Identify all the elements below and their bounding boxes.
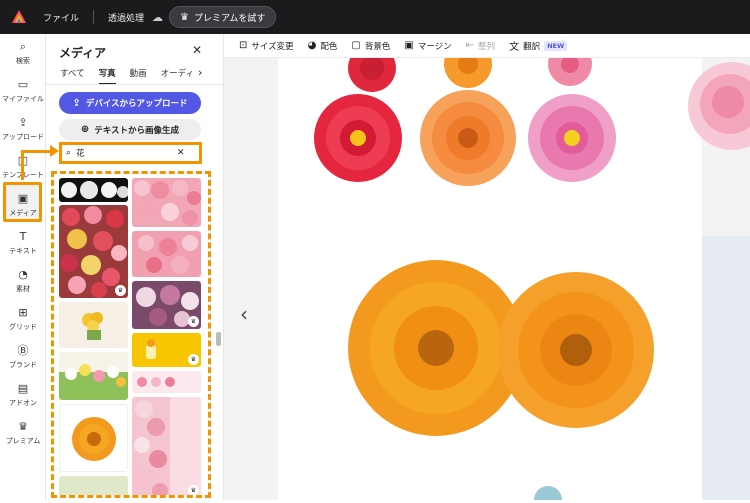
translate-button[interactable]: 文 翻訳 NEW: [509, 38, 568, 53]
photo-thumbnail[interactable]: [132, 178, 201, 227]
red-dahlia-image: [314, 94, 402, 182]
photo-thumbnail[interactable]: ♛: [59, 205, 128, 298]
flower-image: [548, 42, 592, 86]
rail-item-search[interactable]: ⌕ 検索: [0, 40, 46, 66]
photo-thumbnail[interactable]: [59, 178, 128, 202]
premium-badge-icon: ♛: [115, 285, 126, 296]
try-premium-button[interactable]: ♛ プレミアムを試す: [169, 6, 277, 28]
annotation-arrow: [21, 152, 24, 180]
premium-badge-icon: ♛: [188, 354, 199, 365]
addon-icon: ▤: [17, 382, 29, 395]
side-panel: [702, 236, 750, 500]
new-badge: NEW: [544, 40, 568, 51]
background-color-button[interactable]: ▢ 背景色: [351, 40, 390, 52]
margin-icon: ▣: [404, 40, 414, 51]
align-icon: ⇤: [465, 40, 475, 51]
photo-thumbnail[interactable]: ♛: [132, 281, 201, 329]
photo-thumbnail[interactable]: [59, 404, 128, 472]
panel-title: メディア: [59, 46, 107, 60]
photo-thumbnail[interactable]: [59, 352, 128, 400]
cloud-save-icon[interactable]: ☁: [152, 11, 163, 24]
design-page[interactable]: [278, 40, 702, 503]
orange-gerbera-image: [420, 90, 516, 186]
margin-button[interactable]: ▣ マージン: [404, 40, 451, 52]
divider: [93, 10, 95, 24]
tab-photos[interactable]: 写真: [98, 67, 116, 85]
resize-button[interactable]: ⊡ サイズ変更: [239, 40, 294, 52]
resize-icon: ⊡: [239, 40, 248, 51]
tab-audio[interactable]: オーディ: [161, 67, 194, 85]
rail-item-upload[interactable]: ⇪ アップロード: [0, 116, 46, 142]
upload-icon: ⇪: [18, 116, 28, 129]
search-icon: ⌕: [19, 40, 27, 53]
close-icon[interactable]: ✕: [192, 43, 202, 57]
rail-item-premium[interactable]: ♛ プレミアム: [0, 420, 46, 446]
brand-icon: Ⓑ: [17, 344, 29, 357]
photo-thumbnail[interactable]: [132, 231, 201, 277]
left-rail: ⌕ 検索 ▭ マイファイル ⇪ アップロード ◫ テンプレート ▣ メディア T…: [0, 34, 46, 500]
photo-thumbnail[interactable]: [132, 371, 201, 393]
flower-image: [348, 44, 396, 92]
rail-item-brand[interactable]: Ⓑ ブランド: [0, 344, 46, 370]
photo-thumbnail[interactable]: [59, 476, 128, 495]
background-removal-label[interactable]: 透過処理: [108, 11, 144, 24]
tab-all[interactable]: すべて: [60, 67, 85, 85]
media-icon: ▣: [17, 192, 29, 205]
orange-chrysanthemum-image: [498, 272, 654, 428]
media-tabs: すべて 写真 動画 オーディ: [60, 67, 208, 85]
align-button[interactable]: ⇤ 整列: [466, 40, 495, 52]
media-panel: メディア ✕ すべて 写真 動画 オーディ › ⇪ デバイスからアップロード ⊕…: [46, 34, 224, 500]
tab-videos[interactable]: 動画: [130, 67, 147, 85]
search-results-grid: ♛ ♛ ♛ ♛: [51, 171, 211, 498]
crown-icon: ♛: [18, 420, 28, 433]
photo-thumbnail[interactable]: ♛: [132, 397, 201, 495]
rail-item-grid[interactable]: ⊞ グリッド: [0, 306, 46, 332]
annotation-arrowhead: [50, 145, 59, 157]
grid-icon: ⊞: [18, 306, 28, 319]
chevron-left-icon[interactable]: ‹: [240, 302, 248, 326]
image-generate-icon: ⊕: [80, 124, 90, 135]
palette-icon: ◕: [307, 40, 317, 51]
premium-label: プレミアムを試す: [194, 13, 266, 24]
translate-icon: 文: [509, 42, 520, 53]
rail-item-text[interactable]: T テキスト: [0, 230, 46, 256]
color-scheme-button[interactable]: ◕ 配色: [308, 40, 338, 52]
photo-thumbnail[interactable]: [59, 302, 128, 348]
crown-icon: ♛: [180, 11, 189, 23]
top-bar: ファイル 透過処理 ☁ ♛ プレミアムを試す: [0, 0, 750, 34]
flower-image: [534, 486, 562, 503]
rail-item-addons[interactable]: ▤ アドオン: [0, 382, 46, 408]
search-icon: ⌕: [66, 148, 72, 158]
app-logo-icon[interactable]: [11, 9, 27, 25]
search-input[interactable]: [76, 148, 172, 158]
upload-cloud-icon: ⇪: [72, 97, 81, 109]
premium-badge-icon: ♛: [188, 316, 199, 327]
rail-item-my-files[interactable]: ▭ マイファイル: [0, 78, 46, 104]
media-search-box[interactable]: ⌕ ✕: [59, 142, 202, 164]
pink-gerbera-image: [528, 94, 616, 182]
shapes-icon: ◔: [18, 268, 28, 281]
panel-scrollbar[interactable]: [216, 332, 221, 346]
file-menu[interactable]: ファイル: [43, 11, 79, 24]
background-color-icon: ▢: [351, 40, 361, 51]
text-to-image-button[interactable]: ⊕ テキストから画像生成: [59, 119, 201, 140]
folder-icon: ▭: [17, 78, 29, 91]
annotation-arrow: [21, 150, 51, 153]
flower-image: [444, 40, 492, 88]
photo-thumbnail[interactable]: ♛: [132, 333, 201, 367]
editor-toolbar: ⊡ サイズ変更 ◕ 配色 ▢ 背景色 ▣ マージン ⇤ 整列 文 翻訳 NEW: [224, 34, 750, 58]
rail-item-media[interactable]: ▣ メディア: [0, 192, 46, 218]
premium-badge-icon: ♛: [188, 485, 199, 495]
chevron-right-icon[interactable]: ›: [198, 66, 202, 79]
text-icon: T: [19, 230, 27, 243]
orange-chrysanthemum-image: [348, 260, 524, 436]
clear-icon[interactable]: ✕: [177, 148, 185, 158]
rail-item-elements[interactable]: ◔ 素材: [0, 268, 46, 294]
divider: [46, 84, 224, 85]
upload-from-device-button[interactable]: ⇪ デバイスからアップロード: [59, 92, 201, 114]
pink-rose-image[interactable]: [672, 58, 750, 158]
